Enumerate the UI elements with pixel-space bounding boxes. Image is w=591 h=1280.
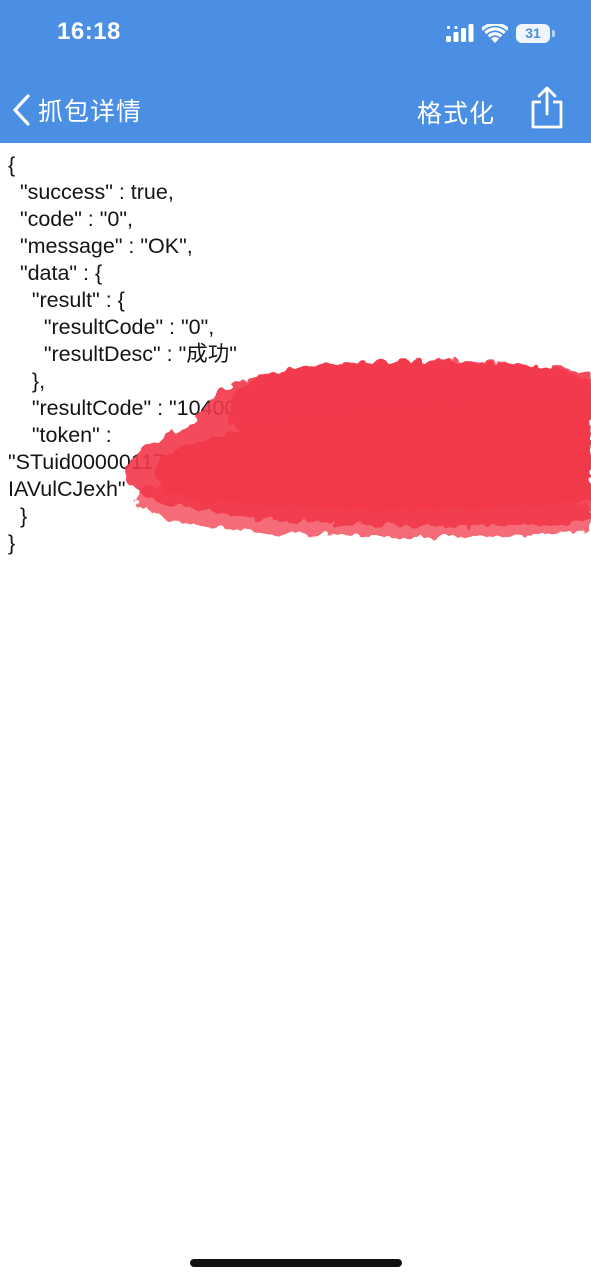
format-button[interactable]: 格式化: [417, 94, 495, 130]
json-line: IAVulCJexh": [8, 477, 126, 501]
json-line: "result" : {: [8, 288, 125, 312]
json-line: "token" :: [8, 423, 112, 447]
wifi-icon: [482, 23, 508, 43]
json-line: {: [8, 153, 16, 177]
json-line: "data" : {: [8, 261, 103, 285]
status-icons: 31: [446, 22, 555, 44]
back-button[interactable]: 抓包详情: [10, 90, 142, 130]
json-line: "resultCode" : "104000": [8, 396, 257, 420]
json-content: { "success" : true, "code" : "0", "messa…: [8, 152, 583, 557]
page-title: 抓包详情: [38, 98, 143, 126]
share-icon[interactable]: [527, 86, 567, 130]
json-line: "success" : true,: [8, 180, 174, 204]
battery-icon: 31: [516, 23, 555, 43]
chevron-left-icon: [13, 94, 30, 126]
battery-tip: [552, 29, 555, 37]
status-time: 16:18: [57, 18, 121, 45]
json-line: "resultCode" : "0",: [8, 315, 215, 339]
header: 16:18 31 抓包详情 格式化: [0, 0, 591, 143]
json-line: "resultDesc" : "成功": [8, 342, 237, 366]
json-line: }: [8, 504, 28, 528]
json-line: "STuid0000011732: [8, 450, 189, 474]
signal-icon: [446, 24, 474, 42]
battery-level: 31: [516, 23, 550, 43]
json-line: },: [8, 369, 46, 393]
json-line: }: [8, 531, 16, 555]
json-line: "code" : "0",: [8, 207, 133, 231]
home-indicator[interactable]: [190, 1259, 402, 1267]
json-line: "message" : "OK",: [8, 234, 193, 258]
